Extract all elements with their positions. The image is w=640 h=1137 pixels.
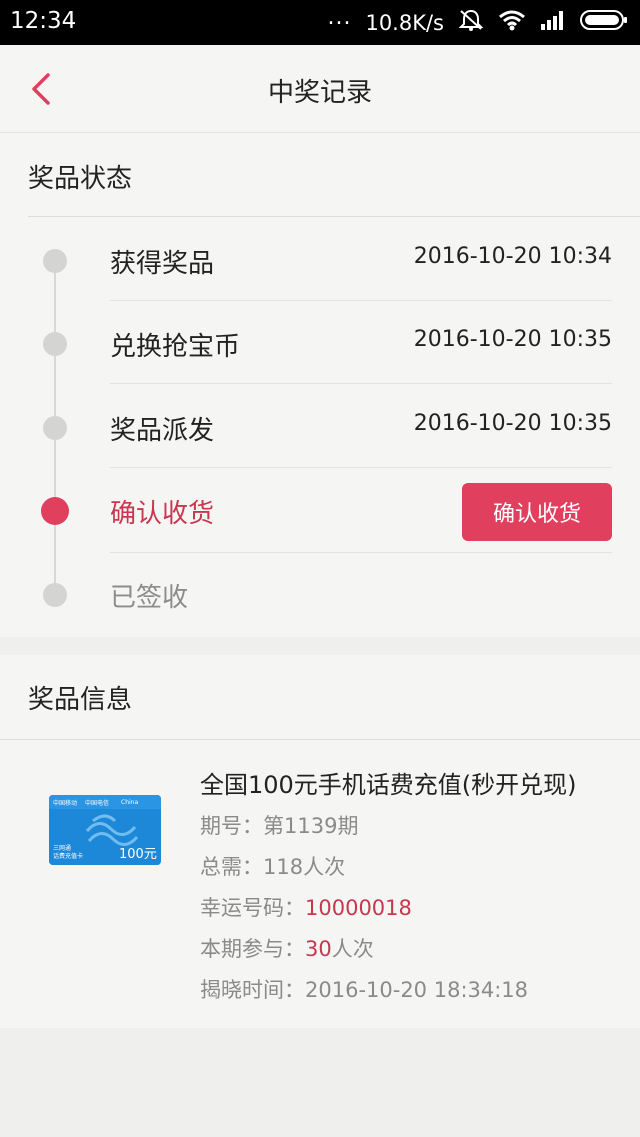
step-dot xyxy=(43,249,67,273)
participate-label: 本期参与： xyxy=(200,937,305,961)
step-dot xyxy=(43,332,67,356)
step-label: 奖品派发 xyxy=(110,416,215,446)
total-row: 总需：118人次 xyxy=(200,851,345,881)
step-time: 2016-10-20 10:35 xyxy=(413,411,612,436)
nav-bar: 中奖记录 xyxy=(0,45,640,133)
prize-info-title: 奖品信息 xyxy=(28,685,133,715)
step-dot-active xyxy=(41,497,69,525)
divider xyxy=(110,300,612,301)
divider xyxy=(0,739,640,740)
period-row: 期号：第1139期 xyxy=(200,810,358,840)
step-time: 2016-10-20 10:34 xyxy=(413,244,612,269)
participation-row: 本期参与：30人次 xyxy=(200,933,374,963)
lucky-label: 幸运号码： xyxy=(200,896,305,920)
wifi-icon xyxy=(498,9,526,36)
total-value: 118人次 xyxy=(263,855,346,879)
confirm-receipt-button[interactable]: 确认收货 xyxy=(462,483,612,541)
signal-icon xyxy=(540,9,566,36)
lucky-number-row: 幸运号码：10000018 xyxy=(200,892,412,922)
card-brand-cmcc: 中国移动 xyxy=(53,799,77,807)
period-value: 第1139期 xyxy=(263,814,359,838)
reveal-label: 揭晓时间： xyxy=(200,978,305,1002)
step-time: 2016-10-20 10:35 xyxy=(413,327,612,352)
card-china: China xyxy=(121,799,138,806)
step-dot xyxy=(43,416,67,440)
status-icons: ... 10.8K/s xyxy=(327,5,628,37)
step-label-active: 确认收货 xyxy=(110,499,215,529)
lucky-number: 10000018 xyxy=(305,896,412,920)
reveal-time: 2016-10-20 18:34:18 xyxy=(305,978,529,1002)
status-time: 12:34 xyxy=(10,8,77,34)
step-dot xyxy=(43,583,67,607)
battery-icon xyxy=(580,9,628,36)
step-label: 已签收 xyxy=(110,583,189,613)
divider xyxy=(110,383,612,384)
prize-info-card: 奖品信息 中国移动 中国电信 China 三网通 话费充值卡 100元 全国10… xyxy=(0,655,640,1028)
page-title: 中奖记录 xyxy=(267,78,372,108)
participate-count: 30 xyxy=(305,937,332,961)
divider xyxy=(28,216,640,217)
divider xyxy=(110,467,612,468)
prize-status-title: 奖品状态 xyxy=(28,164,133,194)
card-brand-telecom: 中国电信 xyxy=(85,799,109,807)
recharge-card-graphic: 中国移动 中国电信 China 三网通 话费充值卡 100元 xyxy=(49,795,161,865)
reveal-time-row: 揭晓时间：2016-10-20 18:34:18 xyxy=(200,974,528,1004)
divider xyxy=(110,552,612,553)
prize-status-card: 奖品状态 获得奖品 2016-10-20 10:34 兑换抢宝币 2016-10… xyxy=(0,133,640,637)
total-label: 总需： xyxy=(200,855,263,879)
prize-name[interactable]: 全国100元手机话费充值(秒开兑现) xyxy=(200,765,577,800)
card-line2: 话费充值卡 xyxy=(53,852,83,860)
prize-image[interactable]: 中国移动 中国电信 China 三网通 话费充值卡 100元 xyxy=(49,795,161,865)
period-label: 期号： xyxy=(200,814,263,838)
card-amount: 100元 xyxy=(119,847,157,862)
card-line1: 三网通 xyxy=(53,844,71,852)
more-notifications-icon: ... xyxy=(327,5,352,30)
mute-icon xyxy=(458,8,484,37)
network-speed: 10.8K/s xyxy=(365,10,444,35)
status-bar: 12:34 ... 10.8K/s xyxy=(0,0,640,45)
step-label: 兑换抢宝币 xyxy=(110,332,241,362)
step-label: 获得奖品 xyxy=(110,249,215,279)
participate-unit: 人次 xyxy=(331,937,374,961)
